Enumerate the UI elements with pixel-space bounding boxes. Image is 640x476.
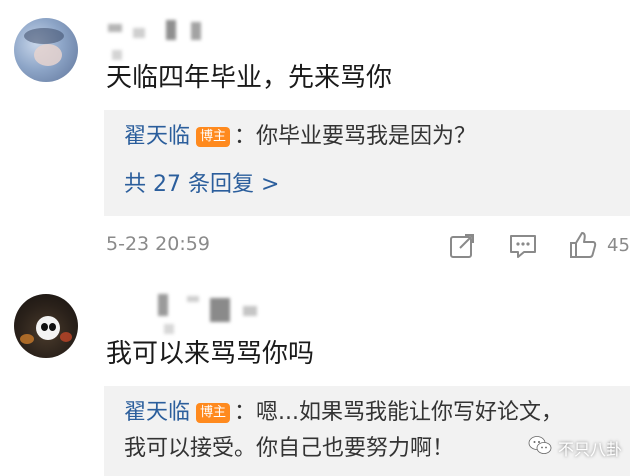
username-blurred[interactable]: [158, 294, 268, 334]
avatar-shape: [49, 323, 56, 331]
comment-text: 我可以来骂骂你吗: [106, 339, 315, 369]
author-badge: 博主: [196, 403, 231, 423]
like-icon[interactable]: [568, 230, 598, 260]
reply-username[interactable]: 翟天临: [124, 124, 190, 149]
share-icon[interactable]: [448, 232, 476, 260]
comment-text: 天临四年毕业，先来骂你: [106, 63, 393, 93]
avatar-shape: [60, 332, 72, 342]
reply-box[interactable]: 翟天临 博主 ：你毕业要骂我是因为？ 共 27 条回复 >: [104, 110, 630, 216]
comment-icon[interactable]: [508, 232, 538, 260]
reply-text: ：你毕业要骂我是因为？: [234, 124, 477, 149]
avatar[interactable]: [14, 294, 78, 358]
avatar-shape: [36, 316, 60, 340]
timestamp: 5-23 20:59: [106, 233, 210, 255]
avatar-shape: [24, 28, 64, 44]
avatar[interactable]: [14, 18, 78, 82]
reply-line: 翟天临 博主 ：嗯...如果骂我能让你写好论文，: [124, 398, 563, 428]
watermark: 不只八卦: [557, 440, 622, 459]
reply-line: 翟天临 博主 ：你毕业要骂我是因为？: [124, 122, 476, 152]
avatar-shape: [20, 334, 34, 344]
reply-box[interactable]: 翟天临 博主 ：嗯...如果骂我能让你写好论文， 我可以接受。你自己也要努力啊！: [104, 386, 630, 476]
reply-text: 我可以接受。你自己也要努力啊！: [124, 436, 455, 461]
username-blurred[interactable]: [108, 20, 218, 60]
avatar-shape: [34, 44, 62, 66]
avatar-shape: [41, 323, 48, 331]
reply-username[interactable]: 翟天临: [124, 400, 190, 425]
like-count: 45: [607, 235, 630, 256]
more-replies-link[interactable]: 共 27 条回复 >: [124, 170, 279, 200]
wechat-logo-icon: [528, 436, 552, 454]
reply-text: ：嗯...如果骂我能让你写好论文，: [234, 400, 564, 425]
author-badge: 博主: [196, 127, 231, 147]
